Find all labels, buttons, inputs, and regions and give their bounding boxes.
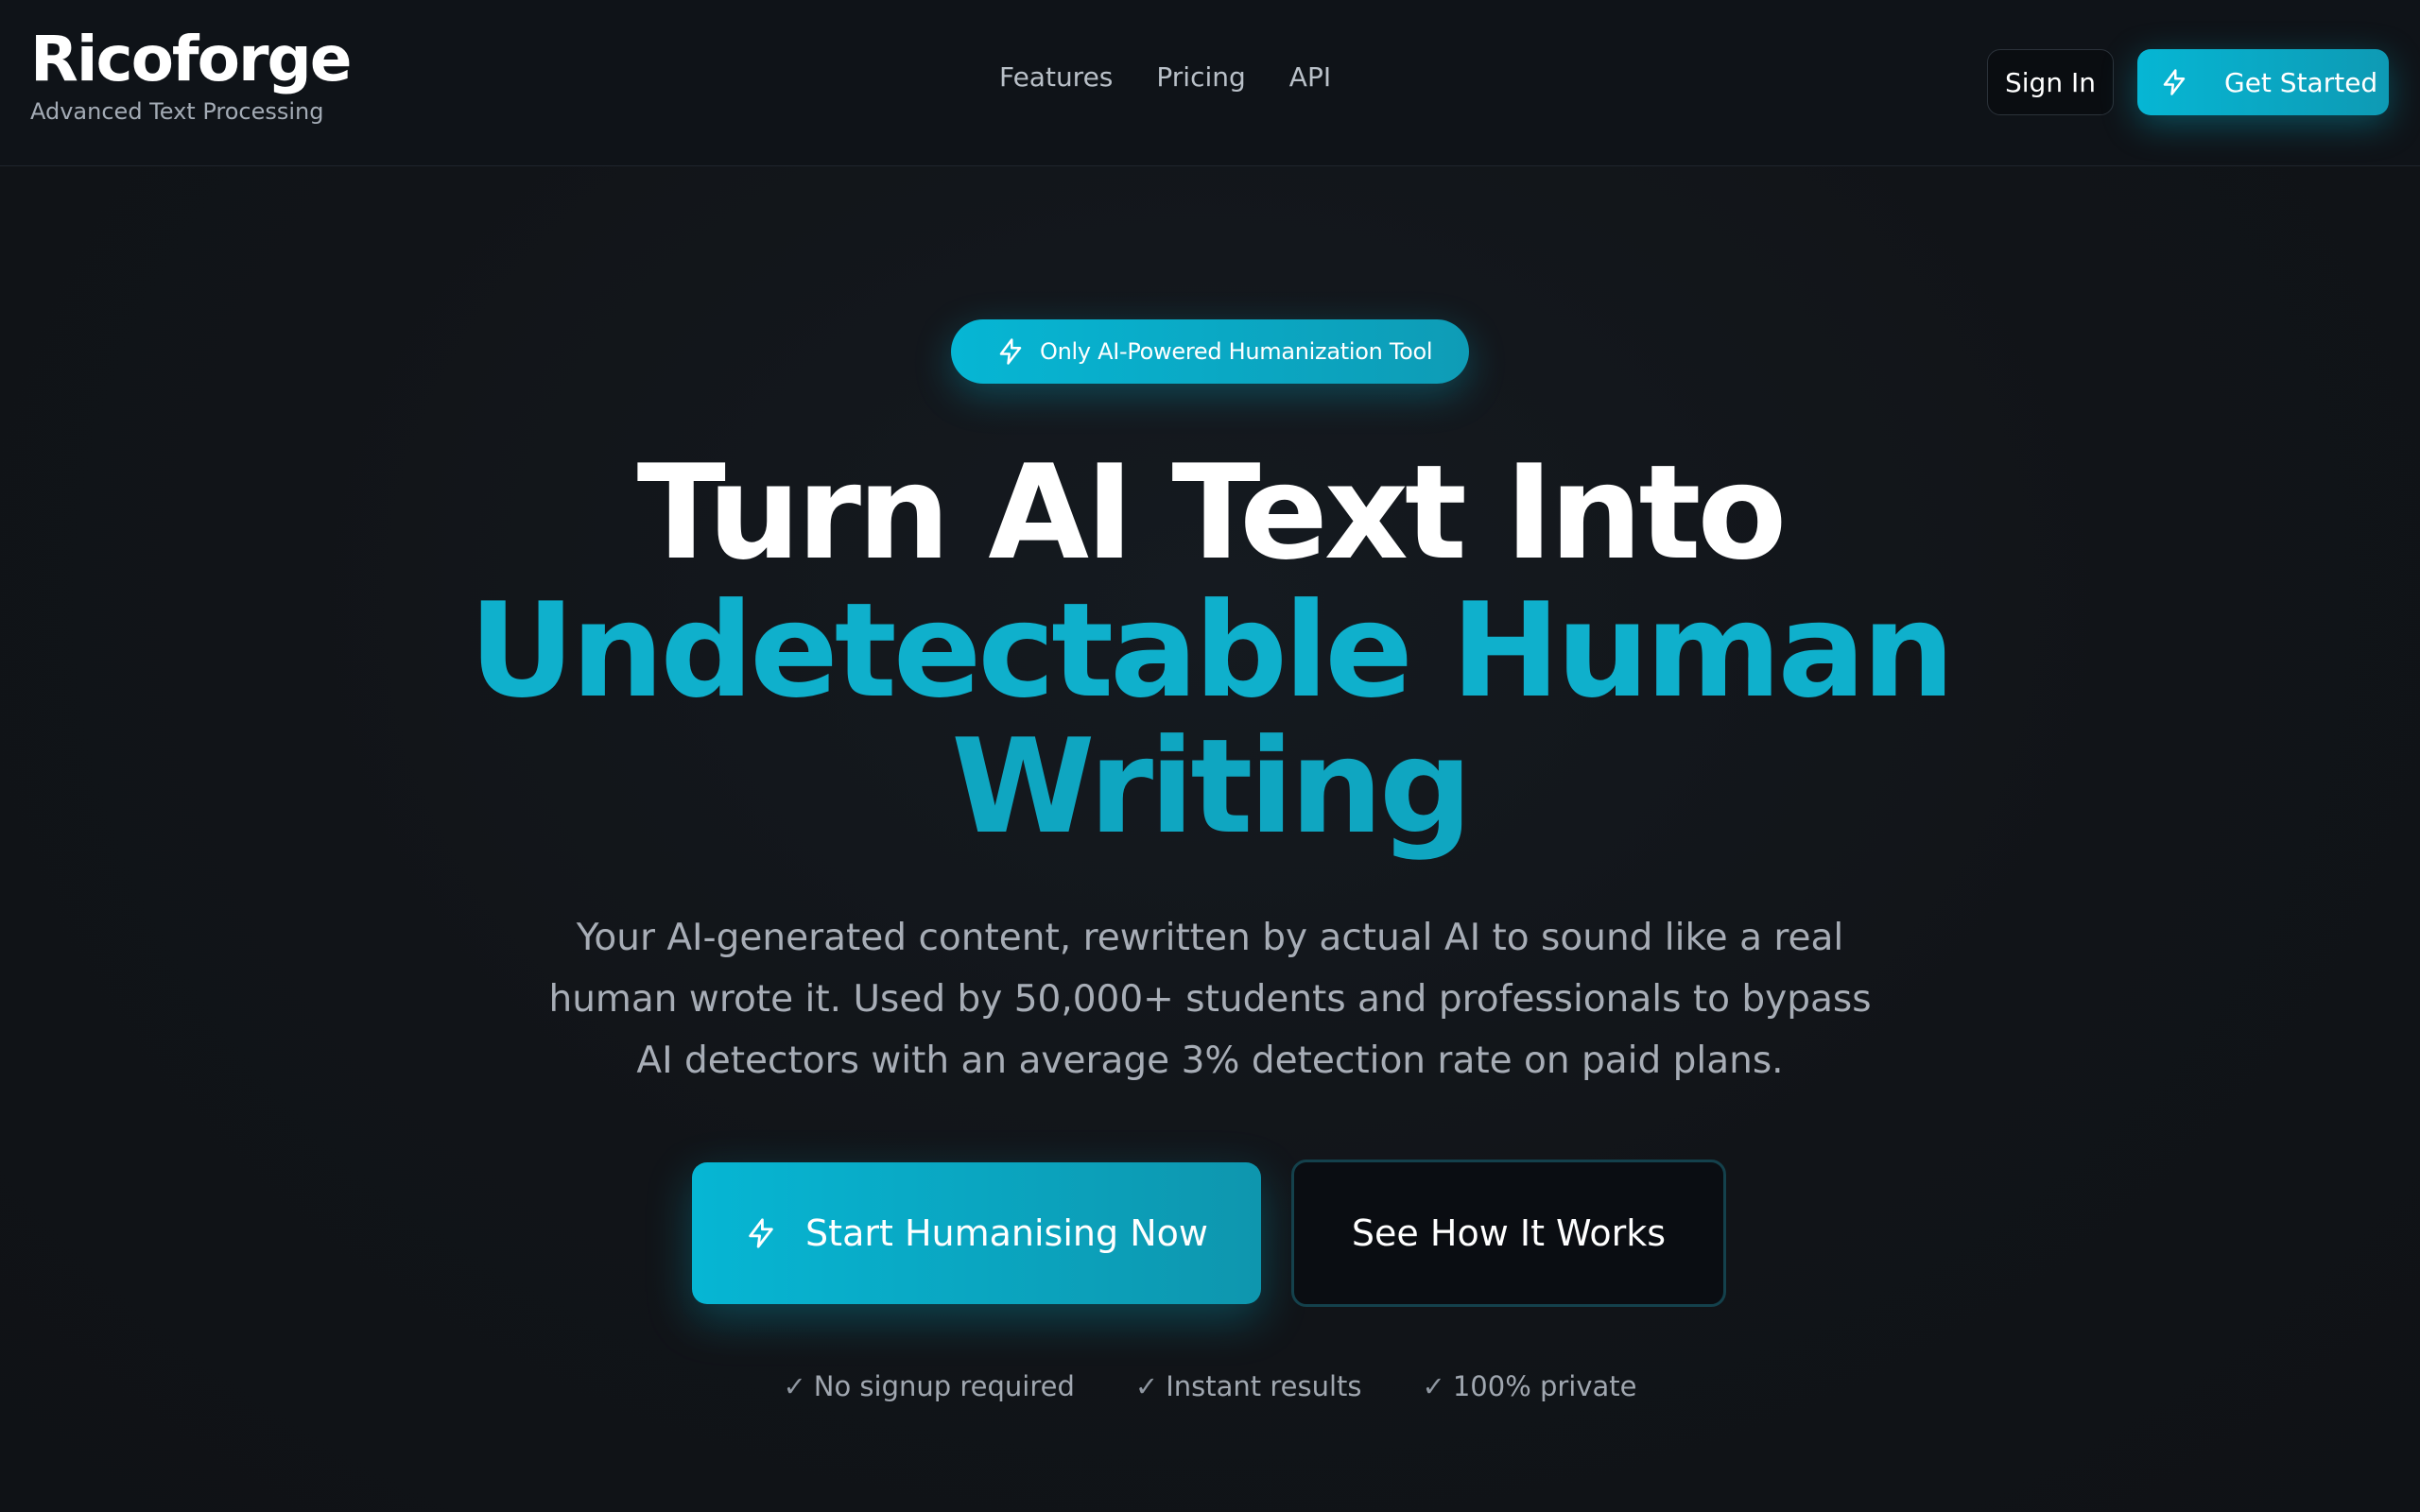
- brand[interactable]: Ricoforge Advanced Text Processing: [30, 23, 353, 125]
- landing-page: Ricoforge Advanced Text Processing Featu…: [0, 0, 2420, 1512]
- nav-link-pricing[interactable]: Pricing: [1156, 64, 1245, 91]
- lightning-icon: [2160, 68, 2188, 96]
- hero-subtext-line3: AI detectors with an average 3% detectio…: [636, 1040, 1784, 1082]
- feature-item: ✓ No signup required: [783, 1370, 1074, 1402]
- site-header: Ricoforge Advanced Text Processing Featu…: [0, 0, 2420, 166]
- lightning-icon: [996, 337, 1025, 366]
- feature-item: ✓ 100% private: [1423, 1370, 1637, 1402]
- lightning-icon: [745, 1217, 777, 1249]
- hero-subtext: Your AI-generated content, rewritten by …: [548, 907, 1872, 1091]
- sign-in-button[interactable]: Sign In: [1987, 49, 2114, 115]
- hero-subtext-line1: Your AI-generated content, rewritten by …: [576, 917, 1844, 959]
- brand-name: Ricoforge: [30, 23, 353, 95]
- feature-label: 100% private: [1452, 1370, 1637, 1402]
- hero-badge-label: Only AI-Powered Humanization Tool: [1040, 338, 1433, 365]
- main-nav: Features Pricing API: [999, 64, 1331, 91]
- brand-tagline: Advanced Text Processing: [30, 98, 324, 125]
- nav-link-features[interactable]: Features: [999, 64, 1113, 91]
- start-humanising-button[interactable]: Start Humanising Now: [692, 1162, 1261, 1304]
- feature-item: ✓ Instant results: [1135, 1370, 1362, 1402]
- nav-link-api[interactable]: API: [1289, 64, 1331, 91]
- check-icon: ✓: [783, 1370, 806, 1402]
- feature-label: No signup required: [813, 1370, 1075, 1402]
- hero-headline-line2: Undetectable Human: [469, 575, 1955, 727]
- hero-headline-line3: Writing: [951, 711, 1472, 863]
- hero-badge: Only AI-Powered Humanization Tool: [951, 319, 1469, 384]
- feature-list: ✓ No signup required ✓ Instant results ✓…: [0, 1370, 2420, 1402]
- get-started-button[interactable]: Get Started: [2137, 49, 2389, 115]
- feature-label: Instant results: [1166, 1370, 1362, 1402]
- check-icon: ✓: [1134, 1370, 1159, 1402]
- see-how-it-works-button-label: See How It Works: [1351, 1212, 1667, 1254]
- hero-headline-line1: Turn AI Text Into: [636, 437, 1788, 589]
- sign-in-button-label: Sign In: [2005, 66, 2096, 98]
- see-how-it-works-button[interactable]: See How It Works: [1291, 1160, 1726, 1307]
- get-started-button-label: Get Started: [2224, 66, 2378, 98]
- hero-subtext-line2: human wrote it. Used by 50,000+ students…: [548, 978, 1872, 1021]
- check-icon: ✓: [1422, 1370, 1445, 1402]
- start-humanising-button-label: Start Humanising Now: [805, 1212, 1208, 1254]
